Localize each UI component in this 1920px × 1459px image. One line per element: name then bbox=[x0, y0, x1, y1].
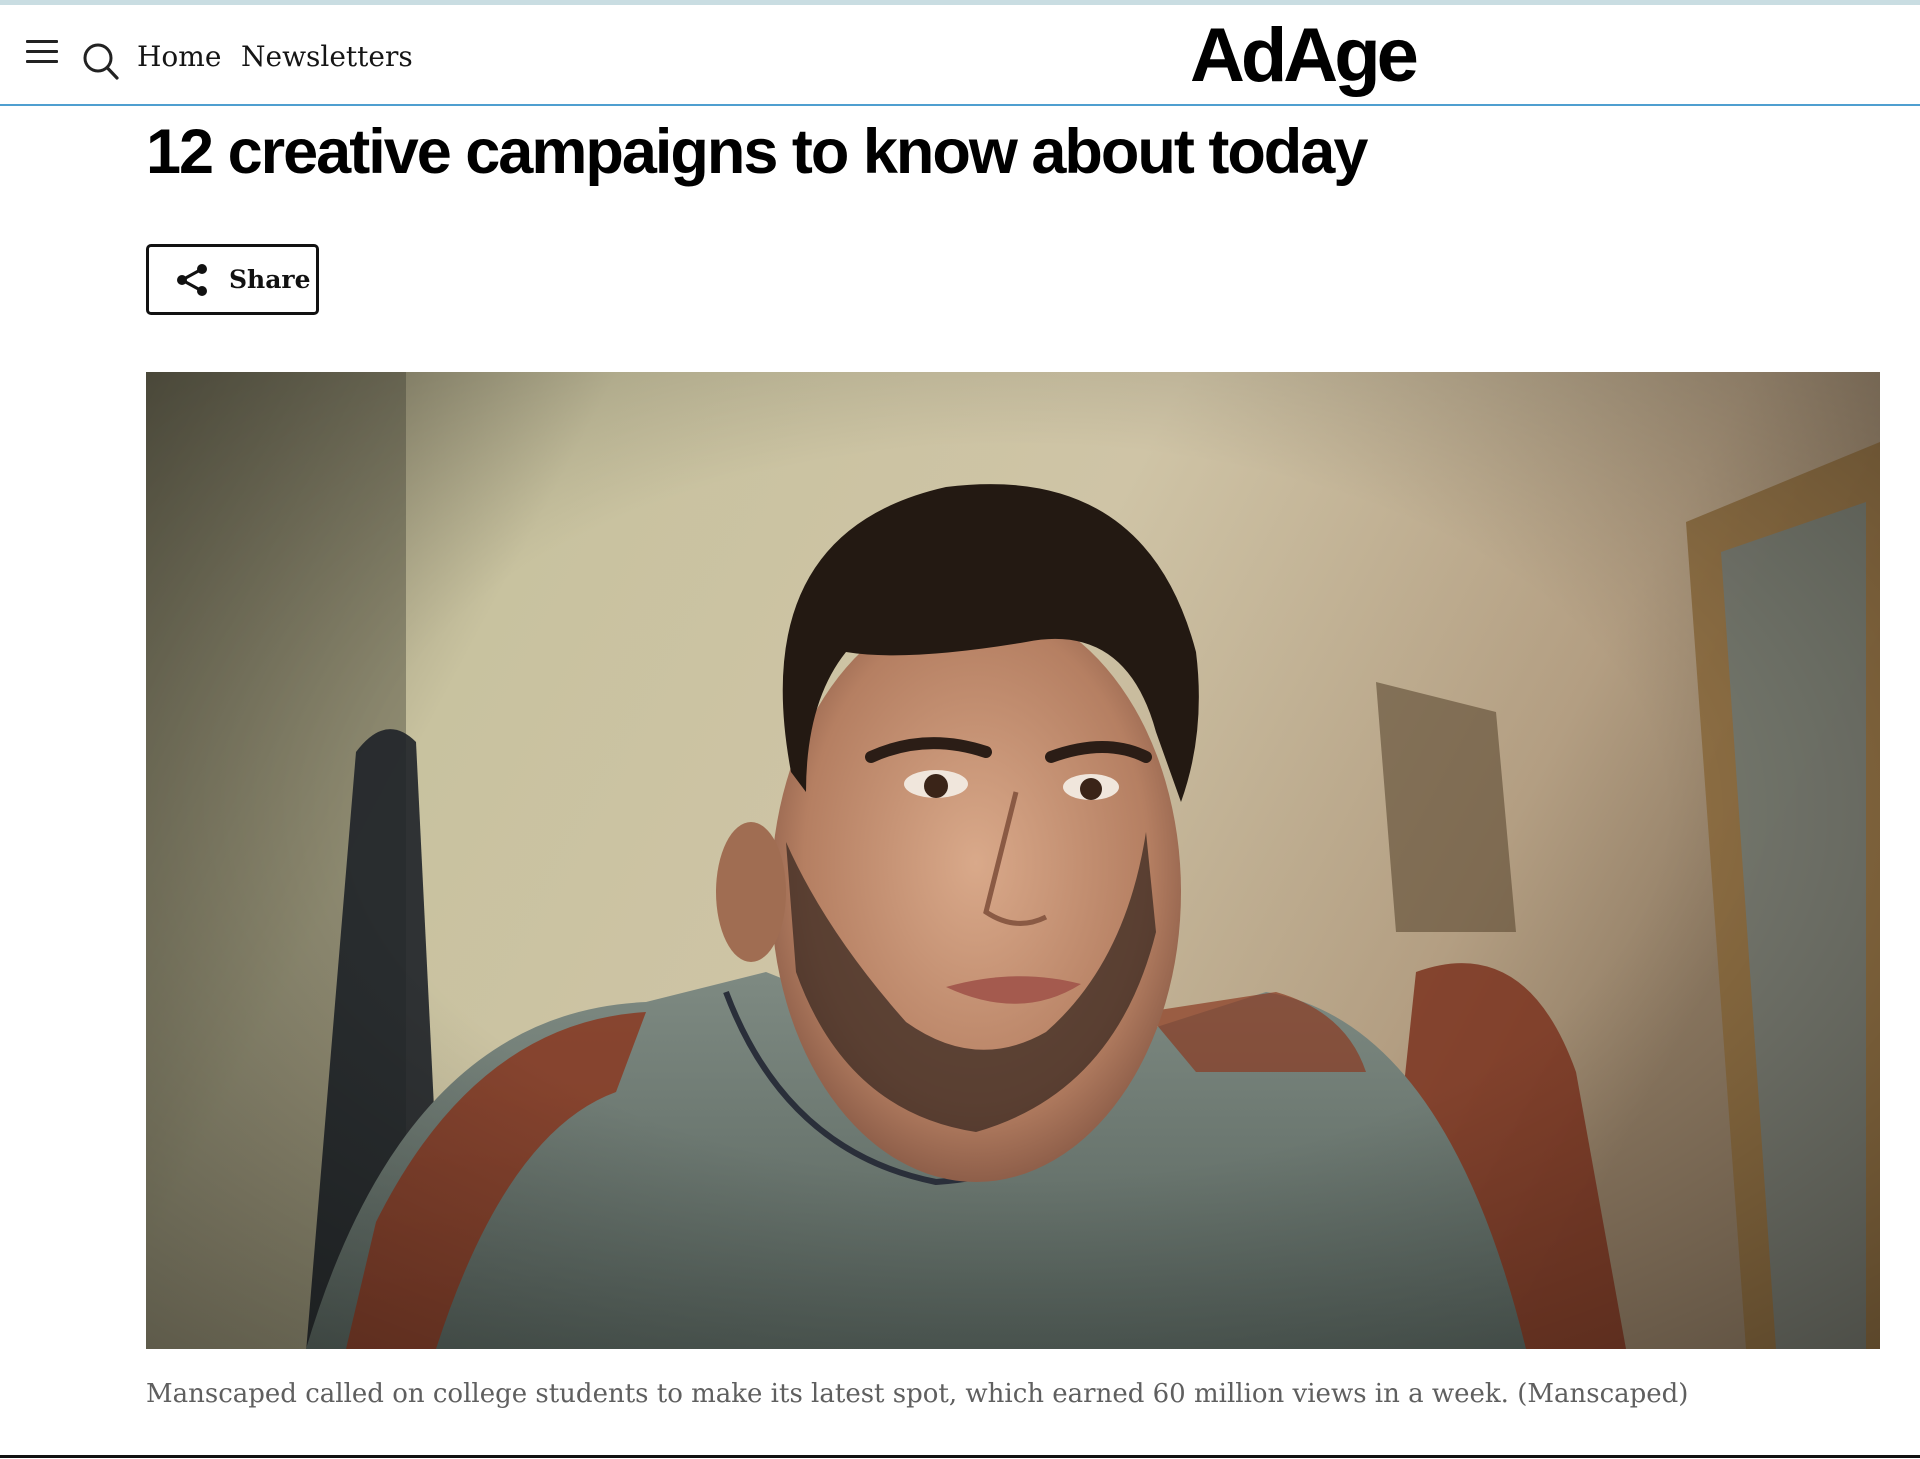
hero-image bbox=[146, 372, 1880, 1349]
share-button-label: Share bbox=[229, 265, 311, 294]
nav-home-link[interactable]: Home bbox=[137, 37, 221, 77]
site-header: Home Newsletters AdAge bbox=[0, 5, 1920, 106]
share-button[interactable]: Share bbox=[146, 244, 319, 315]
nav-newsletters-link[interactable]: Newsletters bbox=[241, 37, 413, 77]
bottom-divider bbox=[0, 1455, 1920, 1458]
search-icon[interactable] bbox=[82, 41, 120, 81]
article-headline: 12 creative campaigns to know about toda… bbox=[146, 117, 1368, 187]
share-icon bbox=[173, 262, 211, 298]
hero-caption: Manscaped called on college students to … bbox=[146, 1379, 1689, 1409]
adage-logo[interactable]: AdAge bbox=[1190, 11, 1419, 101]
hamburger-menu-icon[interactable] bbox=[26, 37, 60, 65]
